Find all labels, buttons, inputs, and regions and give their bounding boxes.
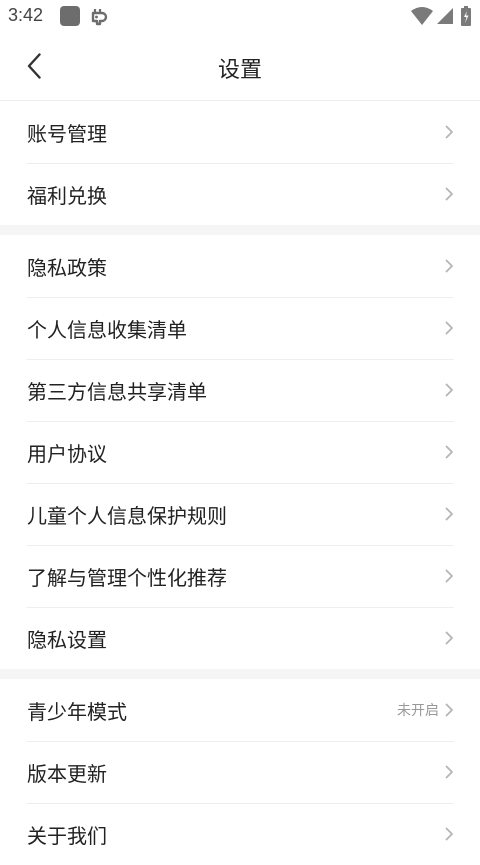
settings-item-label: 青少年模式 [27,699,127,724]
settings-item-personal-info-list[interactable]: 个人信息收集清单 [0,297,480,359]
group-divider [0,225,480,235]
app-icon [60,6,80,26]
status-bar: 3:42 [0,0,480,32]
chevron-right-icon [445,827,453,841]
settings-item-label: 关于我们 [27,823,107,848]
settings-group-account: 账号管理 福利兑换 [0,101,480,225]
status-time: 3:42 [8,5,44,25]
page-title: 设置 [217,58,262,83]
chevron-right-icon [445,569,453,583]
settings-item-child-privacy-rules[interactable]: 儿童个人信息保护规则 [0,483,480,545]
settings-item-youth-mode[interactable]: 青少年模式 未开启 [0,679,480,741]
settings-group-general: 青少年模式 未开启 版本更新 关于我们 [0,679,480,865]
chevron-right-icon [445,187,453,201]
bug-icon [91,9,108,26]
chevron-right-icon [445,321,453,335]
chevron-right-icon [445,507,453,521]
settings-item-third-party-sharing-list[interactable]: 第三方信息共享清单 [0,359,480,421]
settings-item-label: 第三方信息共享清单 [27,379,207,404]
settings-item-label: 隐私设置 [27,627,107,652]
settings-item-label: 个人信息收集清单 [27,317,187,342]
settings-item-label: 福利兑换 [27,183,107,208]
youth-mode-status: 未开启 [397,703,439,719]
chevron-right-icon [445,259,453,273]
settings-item-privacy-policy[interactable]: 隐私政策 [0,235,480,297]
group-divider [0,669,480,679]
settings-item-label: 账号管理 [27,121,107,146]
settings-item-benefits-exchange[interactable]: 福利兑换 [0,163,480,225]
settings-list: 账号管理 福利兑换 隐私政策 个人信息收集清单 第三方信息共享清单 用户协议 儿… [0,101,480,865]
chevron-right-icon [445,765,453,779]
settings-item-label: 用户协议 [27,441,107,466]
chevron-right-icon [445,445,453,459]
app-bar: 设置 [0,32,480,101]
settings-item-label: 版本更新 [27,761,107,786]
settings-item-privacy-settings[interactable]: 隐私设置 [0,607,480,669]
settings-item-label: 儿童个人信息保护规则 [27,503,227,528]
settings-item-label: 隐私政策 [27,255,107,280]
chevron-right-icon [445,383,453,397]
settings-item-label: 了解与管理个性化推荐 [27,565,227,590]
settings-item-user-agreement[interactable]: 用户协议 [0,421,480,483]
battery-icon [461,6,471,26]
settings-group-privacy: 隐私政策 个人信息收集清单 第三方信息共享清单 用户协议 儿童个人信息保护规则 … [0,235,480,669]
chevron-right-icon [445,703,453,717]
chevron-right-icon [445,125,453,139]
settings-item-version-update[interactable]: 版本更新 [0,741,480,803]
settings-item-personalized-recommendations[interactable]: 了解与管理个性化推荐 [0,545,480,607]
settings-item-account-management[interactable]: 账号管理 [0,101,480,163]
signal-icon [437,8,453,24]
wifi-icon [411,7,433,25]
settings-item-about-us[interactable]: 关于我们 [0,803,480,865]
chevron-right-icon [445,631,453,645]
